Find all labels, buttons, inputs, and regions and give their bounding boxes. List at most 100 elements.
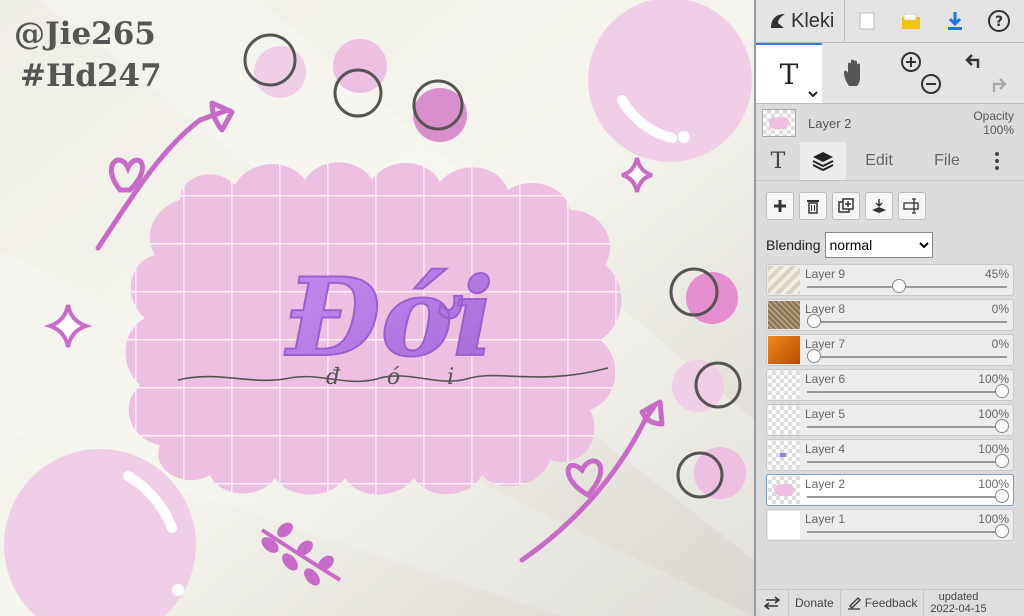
more-menu-button[interactable] [982,142,1012,180]
blending-select[interactable]: normal [824,232,933,258]
layer-row[interactable]: Layer 6 100% [766,369,1014,401]
merge-down-icon [872,199,886,213]
layer-opacity-knob[interactable] [995,419,1009,433]
download-icon [948,12,963,30]
kleki-logo[interactable]: Kleki [756,0,846,42]
tab-file[interactable]: File [912,142,982,180]
layer-name: Layer 2 [805,477,846,491]
merge-down-button[interactable] [865,192,893,220]
tab-edit[interactable]: Edit [846,142,912,180]
add-layer-button[interactable] [766,192,794,220]
app-name: Kleki [791,9,835,32]
help-icon: ? [988,10,1011,32]
layer-opacity-knob[interactable] [995,524,1009,538]
layer-opacity-slider[interactable] [807,531,1007,533]
duplicate-layer-button[interactable] [832,192,860,220]
layer-button-row [756,192,1024,220]
layer-row[interactable]: Layer 8 0% [766,299,1014,331]
watermark-tag: #Hd247 [20,58,162,94]
layer-thumbnail [768,301,800,329]
layer-opacity-knob[interactable] [995,489,1009,503]
new-image-icon [859,12,875,30]
tool-row: T [756,43,1024,104]
layer-opacity-knob[interactable] [892,279,906,293]
history-buttons [954,43,1020,103]
more-vertical-icon [995,152,999,170]
panel-footer: Donate Feedback updated 2022-04-15 [756,589,1024,616]
drawing-canvas[interactable]: Đới đ ó i @Jie265 #Hd247 [0,0,754,616]
hand-icon [844,59,860,86]
help-button[interactable]: ? [977,0,1021,42]
feedback-link[interactable]: Feedback [841,590,925,616]
current-layer-info: Layer 2 Opacity 100% [756,104,1024,142]
hand-tool-button[interactable] [822,43,888,103]
artwork-subtitle: đ ó i [326,365,474,390]
blending-label: Blending [766,237,821,253]
layer-row[interactable]: Layer 4 100% [766,439,1014,471]
updated-info: updated 2022-04-15 [924,591,992,615]
delete-layer-icon [807,200,819,214]
opacity-label: Opacity [973,109,1014,123]
layer-opacity-knob[interactable] [995,454,1009,468]
layer-thumbnail [768,511,800,539]
current-layer-name: Layer 2 [808,115,852,131]
redo-icon[interactable] [986,75,1008,95]
side-panel: Kleki ? T Layer 2 Opacity 100% T Edit Fi… [754,0,1024,616]
tab-layers[interactable] [800,142,846,180]
layer-thumbnail [768,266,800,294]
swap-side-button[interactable] [756,590,789,616]
zoom-in-icon[interactable] [900,51,922,73]
layer-thumbnail [768,336,800,364]
layer-opacity-slider[interactable] [807,286,1007,288]
layer-name: Layer 9 [805,267,846,281]
swap-arrows-icon [763,596,781,610]
layer-thumbnail [768,371,800,399]
new-image-button[interactable] [845,0,889,42]
watermark-handle: @Jie265 [14,16,156,52]
undo-icon[interactable] [964,51,986,71]
layers-icon [812,152,834,172]
feedback-label: Feedback [864,596,918,610]
blending-row: Blending normal [756,232,1024,258]
layer-thumbnail [768,441,800,469]
layer-opacity-slider[interactable] [807,426,1007,428]
layer-thumbnail [768,406,800,434]
layer-opacity: 45% [984,267,1009,281]
layer-opacity-knob[interactable] [995,384,1009,398]
layer-name: Layer 1 [805,512,846,526]
layer-name: Layer 5 [805,407,846,421]
layer-opacity-slider[interactable] [807,356,1007,358]
updated-label: updated [938,591,979,603]
layer-opacity-slider[interactable] [807,496,1007,498]
updated-date: 2022-04-15 [930,603,987,615]
download-button[interactable] [933,0,977,42]
layer-opacity-knob[interactable] [807,349,821,363]
layer-opacity-slider[interactable] [807,321,1007,323]
layer-row[interactable]: Layer 5 100% [766,404,1014,436]
zoom-buttons [888,43,954,103]
layer-row[interactable]: Layer 7 0% [766,334,1014,366]
layer-row[interactable]: Layer 9 45% [766,264,1014,296]
layer-row[interactable]: Layer 1 100% [766,509,1014,541]
zoom-out-icon[interactable] [920,73,942,95]
opacity-value: 100% [983,123,1014,137]
delete-layer-button[interactable] [799,192,827,220]
kleki-logo-icon [771,14,785,28]
artwork-title: Đới [284,255,493,381]
layer-list: Layer 9 45% Layer 8 0% Layer 7 0% Layer 6 100% L… [766,264,1014,544]
layer-thumbnail [768,476,800,504]
svg-text:?: ? [995,14,1003,30]
save-folder-icon [902,13,921,29]
rename-layer-button[interactable] [898,192,926,220]
add-layer-icon [774,200,786,212]
text-tool-glyph: T [779,57,799,91]
layer-opacity-slider[interactable] [807,391,1007,393]
layer-row[interactable]: Layer 2 100% [766,474,1014,506]
rename-layer-icon [903,198,919,214]
layer-opacity-knob[interactable] [807,314,821,328]
text-tool-button[interactable]: T [756,43,822,103]
save-button[interactable] [889,0,933,42]
tab-text-tool[interactable]: T [756,142,800,180]
layer-opacity-slider[interactable] [807,461,1007,463]
donate-link[interactable]: Donate [789,590,841,616]
